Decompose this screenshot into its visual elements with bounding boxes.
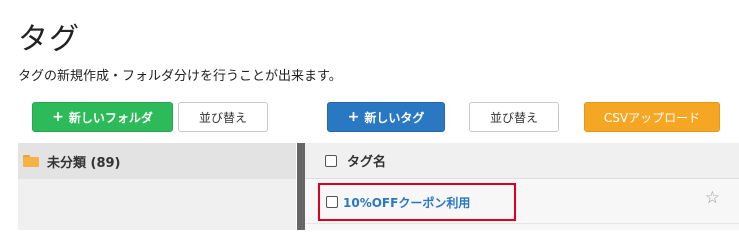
folder-item-label: 未分類 (89)	[47, 155, 121, 171]
tag-checkbox[interactable]	[326, 196, 338, 208]
sort-folders-button[interactable]: 並び替え	[178, 102, 268, 132]
sort-folders-label: 並び替え	[198, 110, 247, 125]
plus-icon: +	[52, 109, 64, 125]
tag-link[interactable]: 10%OFFクーポン利用	[343, 194, 470, 211]
table-row: 10%OFFクーポン利用 ☆	[305, 180, 739, 224]
new-tag-button[interactable]: + 新しいタグ	[327, 102, 445, 132]
star-icon[interactable]: ☆	[705, 190, 720, 207]
csv-upload-label: CSVアップロード	[603, 110, 701, 125]
panel-divider[interactable]	[297, 143, 305, 230]
folder-panel: 未分類 (89)	[18, 143, 296, 230]
new-folder-label: 新しいフォルダ	[68, 110, 153, 125]
sort-tags-label: 並び替え	[489, 110, 538, 125]
page-description: タグの新規作成・フォルダ分けを行うことが出来ます。	[18, 69, 342, 84]
tag-list-panel: タグ名 10%OFFクーポン利用 ☆	[305, 143, 739, 230]
new-tag-label: 新しいタグ	[364, 110, 425, 125]
csv-upload-button[interactable]: CSVアップロード	[584, 102, 720, 132]
tag-cell-highlighted: 10%OFFクーポン利用	[318, 183, 516, 221]
tag-table-header: タグ名	[305, 143, 739, 179]
plus-icon: +	[347, 109, 360, 125]
folder-item-uncategorized[interactable]: 未分類 (89)	[18, 143, 296, 179]
sort-tags-button[interactable]: 並び替え	[469, 102, 559, 132]
page-title: タグ	[18, 22, 80, 57]
new-folder-button[interactable]: + 新しいフォルダ	[32, 102, 173, 132]
select-all-checkbox[interactable]	[325, 154, 337, 167]
tag-name-column-header: タグ名	[347, 155, 387, 170]
folder-open-icon	[23, 155, 41, 167]
